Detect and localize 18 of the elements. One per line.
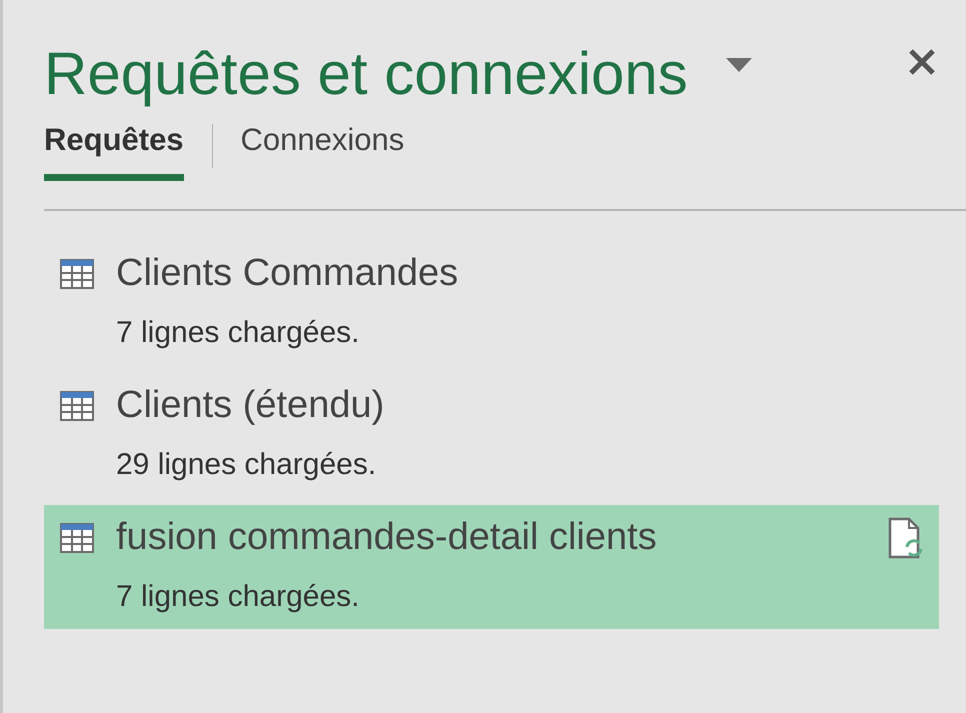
query-name: fusion commandes-detail clients bbox=[116, 515, 657, 560]
close-icon[interactable] bbox=[908, 48, 936, 76]
query-status: 7 lignes chargées. bbox=[116, 579, 360, 615]
caret-icon[interactable] bbox=[726, 58, 752, 72]
query-status: 29 lignes chargées. bbox=[116, 447, 378, 483]
document-refresh-icon[interactable] bbox=[887, 517, 923, 561]
tab[interactable]: Connexions bbox=[240, 120, 404, 181]
tab[interactable]: Requêtes bbox=[44, 120, 184, 181]
table-icon bbox=[60, 391, 94, 421]
query-item[interactable]: Clients Commandes 7 lignes chargées. bbox=[44, 241, 939, 365]
query-item[interactable]: Clients (étendu) 29 lignes chargées. bbox=[44, 373, 939, 497]
pane-title: Requêtes et connexions bbox=[44, 39, 688, 109]
query-status: 7 lignes chargées. bbox=[116, 315, 360, 351]
query-name: Clients Commandes bbox=[116, 251, 458, 296]
table-icon bbox=[60, 259, 94, 289]
query-name: Clients (étendu) bbox=[116, 383, 384, 428]
query-item[interactable]: fusion commandes-detail clients 7 lignes chargées. bbox=[44, 505, 939, 629]
table-icon bbox=[60, 523, 94, 553]
